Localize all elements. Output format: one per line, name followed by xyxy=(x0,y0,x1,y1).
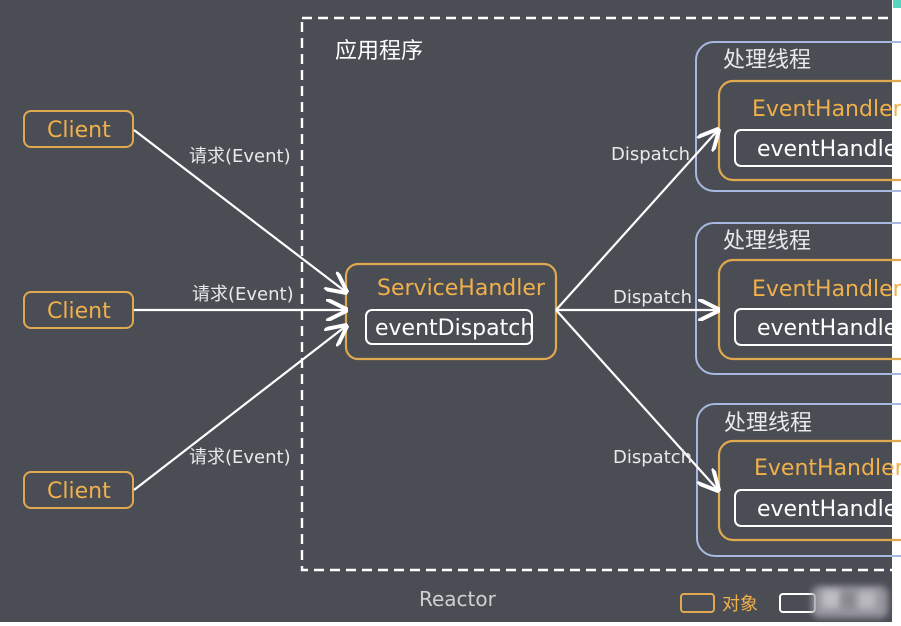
event-handle-method: eventHandle xyxy=(757,316,897,341)
request-label: 请求(Event) xyxy=(189,447,291,468)
event-dispatch-method: eventDispatch xyxy=(375,316,534,341)
event-handle-method: eventHandle xyxy=(757,137,897,162)
event-handler-title: EventHandler xyxy=(754,456,901,481)
event-handler-title: EventHandler xyxy=(752,277,901,302)
client-label: Client xyxy=(47,118,111,143)
reactor-label: Reactor xyxy=(419,587,497,611)
service-handler-title: ServiceHandler xyxy=(377,276,546,301)
application-region-title: 应用程序 xyxy=(335,39,423,64)
top-right-accent xyxy=(893,0,901,8)
object-legend-label: 对象 xyxy=(722,594,758,615)
dispatch-label: Dispatch xyxy=(611,144,690,165)
event-handle-method: eventHandle xyxy=(757,497,897,522)
processing-thread-title: 处理线程 xyxy=(723,48,811,73)
reactor-diagram: 应用程序 处理线程 处理线程 处理线程 EventHandler EventHa… xyxy=(0,0,901,626)
right-white-border xyxy=(892,0,901,626)
client-label: Client xyxy=(47,479,111,504)
blurred-watermark xyxy=(812,586,888,618)
processing-thread-title: 处理线程 xyxy=(723,229,811,254)
processing-thread-title: 处理线程 xyxy=(724,411,812,436)
request-label: 请求(Event) xyxy=(192,284,294,305)
diagram-canvas: 应用程序 处理线程 处理线程 处理线程 EventHandler EventHa… xyxy=(0,0,901,626)
request-label: 请求(Event) xyxy=(189,146,291,167)
dispatch-label: Dispatch xyxy=(613,447,692,468)
dispatch-label: Dispatch xyxy=(613,287,692,308)
event-handler-title: EventHandler xyxy=(752,97,901,122)
client-label: Client xyxy=(47,299,111,324)
